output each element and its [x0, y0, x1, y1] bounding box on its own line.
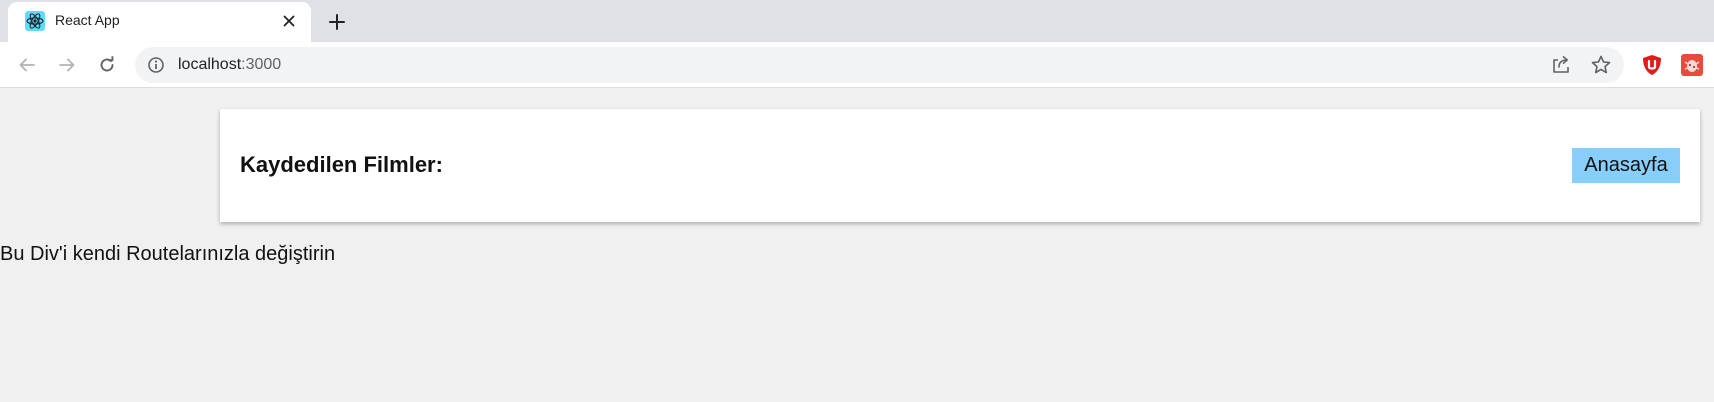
arrow-right-icon[interactable] — [52, 50, 82, 80]
url-port: :3000 — [241, 56, 282, 73]
page-title: Kaydedilen Filmler: — [240, 152, 443, 177]
star-icon[interactable] — [1590, 54, 1612, 76]
arrow-left-icon[interactable] — [12, 50, 42, 80]
url-text: localhost:3000 — [178, 56, 281, 74]
plus-icon[interactable] — [323, 8, 351, 36]
react-logo-icon — [25, 11, 45, 31]
tab-title: React App — [55, 12, 120, 28]
reload-icon[interactable] — [92, 50, 122, 80]
info-icon[interactable] — [147, 56, 165, 74]
saved-movies-header: Kaydedilen Filmler: Anasayfa — [220, 109, 1700, 222]
share-icon[interactable] — [1550, 54, 1572, 76]
address-bar[interactable]: localhost:3000 — [135, 47, 1624, 83]
placeholder-text: Bu Div'i kendi Routelarınızla değiştirin — [0, 243, 336, 265]
tab-strip: React App — [0, 0, 1714, 42]
home-button[interactable]: Anasayfa — [1572, 148, 1680, 183]
browser-tab[interactable]: React App — [8, 2, 311, 42]
page-viewport: Kaydedilen Filmler: Anasayfa Bu Div'i ke… — [0, 89, 1714, 402]
bug-extension-icon[interactable] — [1681, 54, 1703, 76]
url-host: localhost — [178, 56, 242, 73]
browser-toolbar: localhost:3000 — [0, 42, 1714, 88]
ublock-icon[interactable] — [1641, 54, 1663, 76]
close-icon[interactable] — [278, 10, 300, 32]
